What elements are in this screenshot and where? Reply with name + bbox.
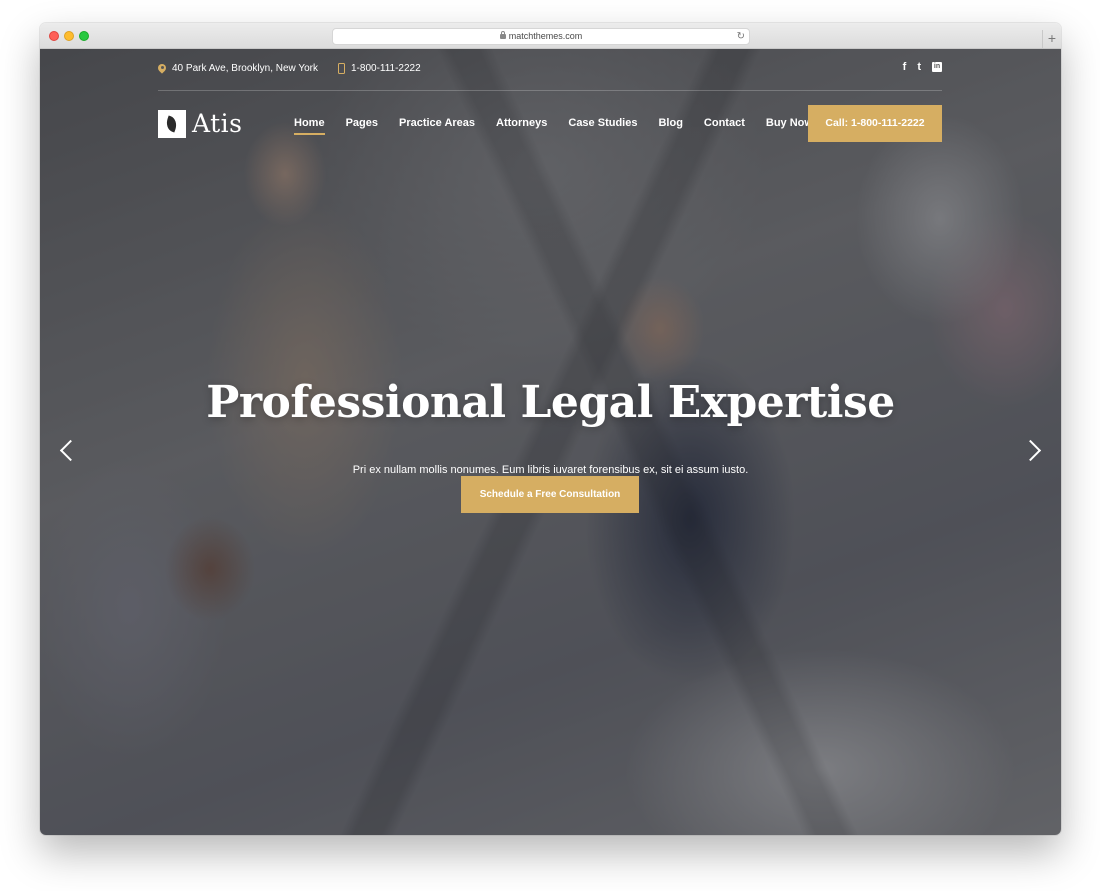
linkedin-icon[interactable]: in — [932, 62, 942, 72]
nav-item-buy-now[interactable]: Buy Now — [766, 117, 813, 129]
nav-item-pages[interactable]: Pages — [346, 117, 378, 129]
address-bar[interactable]: matchthemes.com ↻ — [332, 28, 750, 45]
nav-item-blog[interactable]: Blog — [658, 117, 682, 129]
close-window-button[interactable] — [49, 31, 59, 41]
nav-item-practice-areas[interactable]: Practice Areas — [399, 117, 475, 129]
nav-item-case-studies[interactable]: Case Studies — [568, 117, 637, 129]
slider-prev-arrow-icon[interactable] — [58, 437, 76, 463]
mobile-phone-icon — [338, 63, 345, 74]
hero-section: 40 Park Ave, Brooklyn, New York 1-800-11… — [40, 49, 1061, 835]
location-pin-icon — [158, 64, 166, 74]
hero-title: Professional Legal Expertise — [206, 377, 895, 428]
main-navigation: Atis Home Pages Practice Areas Attorneys… — [158, 105, 942, 143]
slider-next-arrow-icon[interactable] — [1025, 437, 1043, 463]
logo-text: Atis — [192, 109, 243, 138]
url-text: matchthemes.com — [508, 31, 583, 41]
lock-icon — [499, 31, 506, 39]
top-info-bar: 40 Park Ave, Brooklyn, New York 1-800-11… — [158, 49, 942, 91]
site-logo[interactable]: Atis — [158, 109, 243, 138]
hero-image-overlay — [40, 49, 1061, 835]
phone-info[interactable]: 1-800-111-2222 — [338, 63, 421, 74]
browser-toolbar: matchthemes.com ↻ + — [40, 23, 1061, 49]
leaf-logo-icon — [158, 109, 186, 138]
maximize-window-button[interactable] — [79, 31, 89, 41]
phone-text[interactable]: 1-800-111-2222 — [351, 63, 421, 74]
nav-item-home[interactable]: Home — [294, 117, 325, 135]
social-links: f t in — [903, 60, 942, 74]
new-tab-button[interactable]: + — [1042, 30, 1061, 49]
facebook-icon[interactable]: f — [903, 60, 907, 74]
nav-menu: Home Pages Practice Areas Attorneys Case… — [294, 117, 834, 135]
nav-item-contact[interactable]: Contact — [704, 117, 745, 129]
browser-window: matchthemes.com ↻ + 40 Park Ave, Brookly… — [40, 23, 1061, 835]
address-info: 40 Park Ave, Brooklyn, New York — [158, 63, 318, 74]
hero-subtitle: Pri ex nullam mollis nonumes. Eum libris… — [352, 464, 749, 476]
call-button[interactable]: Call: 1-800-111-2222 — [808, 105, 942, 142]
address-text: 40 Park Ave, Brooklyn, New York — [172, 63, 319, 74]
schedule-consultation-button[interactable]: Schedule a Free Consultation — [461, 476, 639, 513]
reload-icon[interactable]: ↻ — [737, 29, 745, 44]
nav-item-attorneys[interactable]: Attorneys — [496, 117, 547, 129]
twitter-icon[interactable]: t — [917, 60, 921, 74]
minimize-window-button[interactable] — [64, 31, 74, 41]
